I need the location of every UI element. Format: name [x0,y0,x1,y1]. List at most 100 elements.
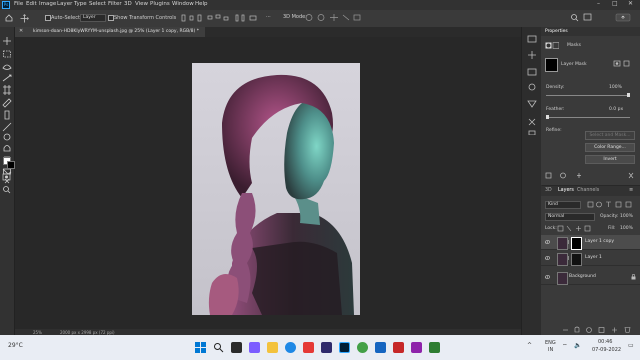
density-slider[interactable] [546,95,630,96]
app-icon[interactable] [303,342,314,353]
feather-label: Feather: [546,107,565,112]
search-icon[interactable] [213,342,224,353]
menu-type[interactable]: Type [74,1,87,7]
wifi-icon[interactable]: ⌔ [562,342,568,350]
link-icon[interactable] [567,240,570,244]
task-view-icon[interactable] [231,342,242,353]
document-canvas[interactable] [192,63,360,315]
menu-layer[interactable]: Layer [57,1,72,7]
premiere-icon[interactable] [321,342,332,353]
volume-icon[interactable]: 🔈 [574,342,581,349]
menu-filter[interactable]: Filter [108,1,122,7]
menu-select[interactable]: Select [89,1,106,7]
weather-widget[interactable]: 29°C [8,342,23,349]
search-icon[interactable] [570,13,600,23]
move-tool-icon[interactable] [20,14,29,23]
lock-icons[interactable] [557,225,597,232]
chrome-icon[interactable] [357,342,368,353]
clock-time[interactable]: 00:46 [598,339,612,345]
menu-bar: Ps File Edit Image Layer Type Select Fil… [0,0,640,10]
invert-button[interactable]: Invert [585,155,635,164]
layer-action-icons[interactable] [561,326,637,334]
feather-value[interactable]: 0.0 px [609,107,623,112]
region-indicator: IN [548,347,554,353]
menu-3d[interactable]: 3D [124,1,132,7]
density-label: Density: [546,85,565,90]
blend-mode-dropdown[interactable]: Normal [545,213,595,221]
layer-name[interactable]: Background [569,274,596,279]
fill-value[interactable]: 100% [620,226,633,231]
app5-icon[interactable] [429,342,440,353]
lock-icon[interactable] [631,274,636,280]
opacity-value[interactable]: 100% [620,214,633,219]
3d-mode-label: 3D Mode: [283,14,307,20]
document-tab[interactable]: kimson-doan-HD8KlyWRYYM-unsplash.jpg @ 2… [15,27,205,37]
close-icon[interactable]: ✕ [628,0,633,7]
layer-row-layer1-copy[interactable]: Layer 1 copy [541,235,640,250]
eye-icon[interactable] [545,275,550,279]
menu-edit[interactable]: Edit [26,1,37,7]
windows-start-icon[interactable] [195,342,206,353]
tab-channels[interactable]: Channels [577,188,599,193]
background-color-swatch[interactable] [7,161,15,169]
app4-icon[interactable] [411,342,422,353]
maximize-icon[interactable]: □ [612,0,618,7]
tab-close-icon[interactable]: ✕ [19,28,23,34]
menu-window[interactable]: Window [172,1,194,7]
blend-mode-label: Normal [548,214,565,219]
share-icon[interactable] [614,13,634,23]
tab-layers[interactable]: Layers [558,188,574,193]
edge-icon[interactable] [285,342,296,353]
layer-filter-dropdown[interactable]: Kind [545,201,581,209]
more-options-icon[interactable]: ··· [266,14,271,20]
layer-name[interactable]: Layer 1 [585,255,602,260]
minimize-icon[interactable]: – [597,0,600,7]
layer-mask-thumbnail[interactable] [571,237,582,250]
color-range-button[interactable]: Color Range... [585,143,635,152]
quick-mask-icon[interactable] [2,173,12,181]
file-explorer-icon[interactable] [267,342,278,353]
filter-type-icons[interactable] [587,201,637,209]
auto-select-target-dropdown[interactable]: Layer [80,14,106,22]
menu-file[interactable]: File [14,1,23,7]
link-icon[interactable] [567,256,570,260]
layer-mask-thumbnail[interactable] [571,253,582,266]
document-tab-title: kimson-doan-HD8KlyWRYYM-unsplash.jpg @ 2… [33,29,199,34]
layer-mask-label: Layer Mask [561,62,587,67]
panel-menu-icon[interactable]: ≡ [629,187,633,193]
feather-slider-handle[interactable] [546,115,549,119]
feather-slider[interactable] [546,117,630,118]
mask-type-icons[interactable] [545,42,559,49]
layer-name[interactable]: Layer 1 copy [585,239,614,244]
select-and-mask-button[interactable]: Select and Mask... [585,131,635,140]
mask-action-icons[interactable] [545,172,637,180]
app2-icon[interactable] [375,342,386,353]
layer-row-layer1[interactable]: Layer 1 [541,251,640,266]
tray-chevron-icon[interactable]: ^ [527,342,532,349]
properties-panel: Properties Masks Layer Mask Density: 100… [541,27,640,185]
notification-icon[interactable]: ▭ [628,342,634,349]
menu-view[interactable]: View [135,1,148,7]
mask-options-icons[interactable] [613,60,635,68]
clock-date[interactable]: 07-09-2022 [592,347,621,353]
tab-3d[interactable]: 3D [545,188,552,193]
photo-top [252,241,342,315]
align-icons[interactable] [180,14,260,22]
density-slider-handle[interactable] [627,93,630,97]
teams-icon[interactable] [249,342,260,353]
language-indicator[interactable]: ENG [545,340,556,346]
photoshop-taskbar-icon[interactable] [339,342,350,353]
menu-help[interactable]: Help [195,1,208,7]
lock-label: Lock: [545,226,557,231]
density-value[interactable]: 100% [609,85,622,90]
menu-plugins[interactable]: Plugins [150,1,170,7]
tool-icons[interactable] [0,27,14,177]
eye-icon[interactable] [545,256,550,260]
home-icon[interactable] [5,14,13,22]
eye-icon[interactable] [545,240,550,244]
panel-strip-icons[interactable] [527,35,537,135]
layer-row-background[interactable]: Background [541,270,640,285]
3d-mode-icons[interactable] [305,13,365,22]
app3-icon[interactable] [393,342,404,353]
menu-image[interactable]: Image [39,1,56,7]
